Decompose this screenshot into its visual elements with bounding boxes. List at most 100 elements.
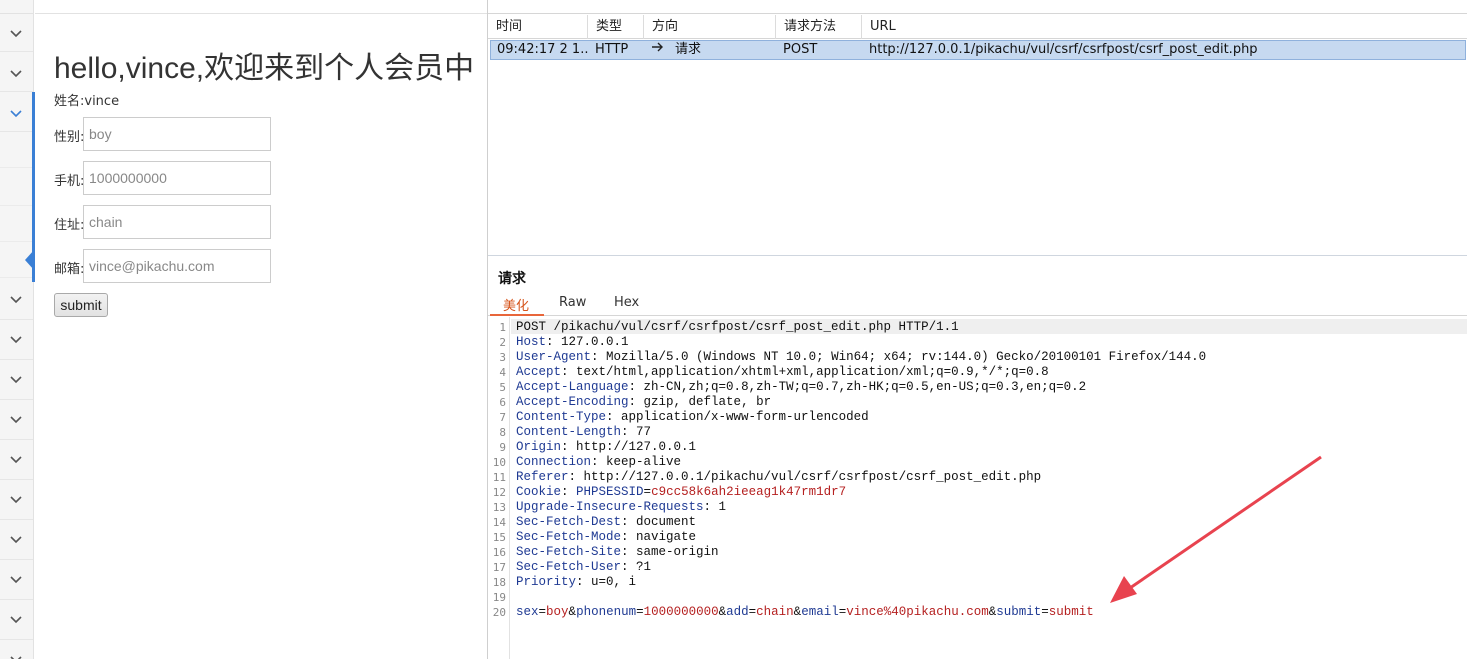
sidebar-subitem[interactable] bbox=[0, 206, 33, 242]
line-number: 16 bbox=[492, 546, 506, 559]
line-number: 18 bbox=[492, 576, 506, 589]
arrow-right-icon bbox=[651, 41, 665, 59]
sidebar-item[interactable] bbox=[0, 52, 33, 92]
header-value: keep-alive bbox=[606, 455, 682, 469]
sidebar-item[interactable] bbox=[0, 600, 33, 640]
header-name: User-Agent bbox=[516, 350, 592, 364]
sex-label: 性别: bbox=[54, 130, 85, 145]
sex-input[interactable] bbox=[83, 117, 271, 151]
tab-pretty[interactable]: 美化 bbox=[503, 295, 529, 314]
tab-raw[interactable]: Raw bbox=[559, 295, 586, 310]
sidebar-item[interactable] bbox=[0, 520, 33, 560]
browser-top-strip bbox=[35, 0, 487, 14]
header-name: Cookie bbox=[516, 485, 562, 499]
line-number: 1 bbox=[499, 321, 506, 334]
sidebar-item[interactable] bbox=[0, 440, 33, 480]
header-name: Upgrade-Insecure-Requests bbox=[516, 500, 704, 514]
left-sidebar bbox=[0, 0, 35, 659]
sidebar-item[interactable] bbox=[0, 480, 33, 520]
header-value: 1 bbox=[718, 500, 727, 514]
chevron-down-icon bbox=[8, 451, 24, 467]
column-header-direction[interactable]: 方向 bbox=[644, 15, 776, 39]
line-number: 5 bbox=[499, 381, 506, 394]
header-line: Connection: keep-alive bbox=[516, 455, 682, 469]
header-line: Accept: text/html,application/xhtml+xml,… bbox=[516, 365, 1049, 379]
line-number: 12 bbox=[492, 486, 506, 499]
request-body-line: sex=boy&phonenum=1000000000&add=chain&em… bbox=[516, 605, 1094, 619]
line-number: 10 bbox=[492, 456, 506, 469]
header-value: Mozilla/5.0 (Windows NT 10.0; Win64; x64… bbox=[606, 350, 1207, 364]
header-name: Sec-Fetch-User bbox=[516, 560, 622, 574]
column-header-method[interactable]: 请求方法 bbox=[776, 15, 862, 39]
sidebar-item[interactable] bbox=[0, 360, 33, 400]
header-value: 77 bbox=[636, 425, 652, 439]
row-direction: 请求 bbox=[645, 41, 777, 59]
proxy-tool: 时间 类型 方向 请求方法 URL 09:42:17 2 1... HTTP 请… bbox=[487, 0, 1467, 659]
line-number: 4 bbox=[499, 366, 506, 379]
sidebar-subitem[interactable] bbox=[0, 170, 33, 206]
header-name: Sec-Fetch-Mode bbox=[516, 530, 622, 544]
line-number-gutter: 1 2 3 4 5 6 7 8 9 10 11 12 13 14 15 16 17 18 19 20 bbox=[488, 317, 510, 659]
email-input[interactable] bbox=[83, 249, 271, 283]
body-param-value: vince%40pikachu.com bbox=[846, 605, 989, 619]
member-page: hello,vince,欢迎来到个人会员中 姓名:vince 性别: 手机: 住… bbox=[35, 14, 487, 659]
line-number: 8 bbox=[499, 426, 506, 439]
sidebar-subitem[interactable] bbox=[0, 132, 33, 168]
body-param-value: chain bbox=[756, 605, 794, 619]
row-direction-label: 请求 bbox=[675, 42, 702, 57]
request-line: POST /pikachu/vul/csrf/csrfpost/csrf_pos… bbox=[516, 320, 959, 334]
phone-input[interactable] bbox=[83, 161, 271, 195]
history-header: 时间 类型 方向 请求方法 URL bbox=[488, 15, 1467, 39]
header-line: Sec-Fetch-Mode: navigate bbox=[516, 530, 697, 544]
line-number: 14 bbox=[492, 516, 506, 529]
active-tab-underline bbox=[490, 314, 544, 316]
header-name: Connection bbox=[516, 455, 592, 469]
line-number: 6 bbox=[499, 396, 506, 409]
line-number: 17 bbox=[492, 561, 506, 574]
line-number: 7 bbox=[499, 411, 506, 424]
chevron-down-icon bbox=[8, 331, 24, 347]
column-header-url[interactable]: URL bbox=[862, 15, 1467, 39]
chevron-down-icon bbox=[8, 571, 24, 587]
header-value: ?1 bbox=[636, 560, 652, 574]
chevron-down-icon bbox=[8, 371, 24, 387]
sidebar-item[interactable] bbox=[0, 12, 33, 52]
header-line: Origin: http://127.0.0.1 bbox=[516, 440, 697, 454]
request-title: 请求 bbox=[498, 271, 526, 287]
header-line: Upgrade-Insecure-Requests: 1 bbox=[516, 500, 727, 514]
sidebar-active-pointer bbox=[25, 250, 34, 270]
sidebar-item[interactable] bbox=[0, 640, 33, 659]
header-line: Sec-Fetch-Dest: document bbox=[516, 515, 697, 529]
phone-label: 手机: bbox=[54, 174, 85, 189]
row-method: POST bbox=[783, 42, 818, 57]
cookie-name: PHPSESSID bbox=[576, 485, 644, 499]
sidebar-item[interactable] bbox=[0, 92, 33, 132]
column-header-time[interactable]: 时间 bbox=[488, 15, 588, 39]
table-row[interactable]: 09:42:17 2 1... HTTP 请求 POST http://127.… bbox=[490, 40, 1466, 60]
address-label: 住址: bbox=[54, 218, 85, 233]
header-value: http://127.0.0.1/pikachu/vul/csrf/csrfpo… bbox=[583, 470, 1042, 484]
header-value: text/html,application/xhtml+xml,applicat… bbox=[576, 365, 1049, 379]
sidebar-item[interactable] bbox=[0, 320, 33, 360]
header-line: User-Agent: Mozilla/5.0 (Windows NT 10.0… bbox=[516, 350, 1207, 364]
sidebar-item[interactable] bbox=[0, 560, 33, 600]
address-input[interactable] bbox=[83, 205, 271, 239]
body-param-name: sex bbox=[516, 605, 539, 619]
sidebar-item[interactable] bbox=[0, 400, 33, 440]
chevron-down-icon bbox=[8, 25, 24, 41]
header-value: gzip, deflate, br bbox=[643, 395, 772, 409]
chevron-down-icon bbox=[8, 105, 24, 121]
tab-hex[interactable]: Hex bbox=[614, 295, 639, 310]
header-name: Priority bbox=[516, 575, 577, 589]
header-value: document bbox=[636, 515, 697, 529]
header-value: u=0, i bbox=[591, 575, 637, 589]
header-name: Host bbox=[516, 335, 547, 349]
header-line: Host: 127.0.0.1 bbox=[516, 335, 629, 349]
header-line: Content-Length: 77 bbox=[516, 425, 652, 439]
submit-button[interactable]: submit bbox=[54, 293, 108, 317]
header-line: Priority: u=0, i bbox=[516, 575, 637, 589]
sidebar-item[interactable] bbox=[0, 280, 33, 320]
chevron-down-icon bbox=[8, 611, 24, 627]
request-editor[interactable]: 1 2 3 4 5 6 7 8 9 10 11 12 13 14 15 16 17 18 19 20 POST /pi… bbox=[488, 317, 1467, 659]
column-header-type[interactable]: 类型 bbox=[588, 15, 644, 39]
